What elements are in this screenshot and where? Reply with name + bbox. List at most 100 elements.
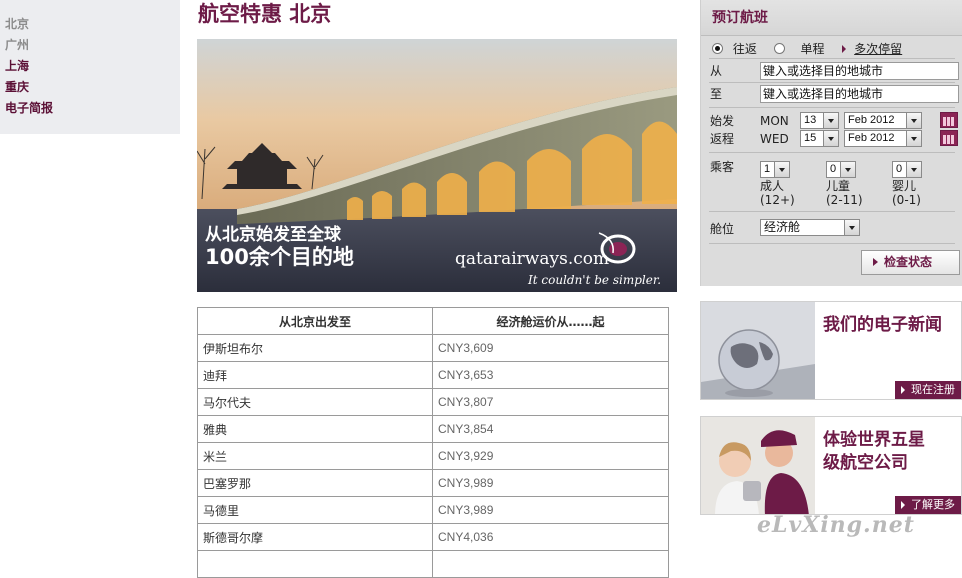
register-now-button[interactable]: 现在注册 [895,381,961,399]
table-header-row: 从北京出发至 经济舱运价从……起 [197,307,669,335]
trip-type-group: 往返 单程 多次停留 [712,40,902,57]
attendant-photo [701,417,815,514]
table-row[interactable]: 伊斯坦布尔 CNY3,609 [197,334,669,362]
price-cell [432,550,669,578]
chevron-down-icon [823,131,838,146]
sidebar-item-guangzhou[interactable]: 广州 [0,35,180,56]
banner-slogan: 从北京始发至全球 100余个目的地 [205,225,354,271]
banner-slogan-line1: 从北京始发至全球 [205,225,341,245]
oneway-radio[interactable] [773,43,785,54]
sidebar-nav: 北京 广州 上海 重庆 电子简报 [0,0,180,134]
return-calendar-icon[interactable] [940,130,958,146]
price-cell: CNY3,609 [432,334,669,362]
infants-age: (0-1) [892,193,921,207]
cabin-value: 经济舱 [764,220,801,234]
promo-banner[interactable]: 从北京始发至全球 100余个目的地 qatarairways.com It co… [197,39,677,292]
chevron-down-icon [906,131,921,146]
children-age: (2-11) [826,193,863,207]
return-day-value: 15 [804,132,817,144]
adults-value: 1 [764,163,771,175]
service-text-line1: 体验世界五星 [823,430,925,450]
depart-label: 始发 [710,114,735,128]
oneway-label[interactable]: 单程 [801,42,825,56]
chevron-down-icon [906,113,921,128]
return-label: 返程 [710,132,735,146]
destination-cell [197,550,433,578]
price-cell: CNY3,929 [432,442,669,470]
depart-day-value: 13 [804,114,817,126]
destination-cell[interactable]: 斯德哥尔摩 [197,523,433,551]
infants-select[interactable]: 0 [892,161,922,178]
booking-title: 预订航班 [701,0,962,36]
passengers-label: 乘客 [710,160,735,174]
table-row[interactable]: 马尔代夫 CNY3,807 [197,388,669,416]
cabin-label: 舱位 [710,222,735,236]
table-row[interactable]: 迪拜 CNY3,653 [197,361,669,389]
table-row[interactable]: 雅典 CNY3,854 [197,415,669,443]
booking-widget: 预订航班 往返 单程 多次停留 从 键入或选择目的地城市 至 键入或选择目的地城… [700,0,962,286]
children-value: 0 [830,163,837,175]
destination-cell[interactable]: 雅典 [197,415,433,443]
destination-cell[interactable]: 巴塞罗那 [197,469,433,497]
infants-value: 0 [896,163,903,175]
return-day-select[interactable]: 15 [800,130,839,147]
depart-calendar-icon[interactable] [940,112,958,128]
fare-table: 从北京出发至 经济舱运价从……起 伊斯坦布尔 CNY3,609 迪拜 CNY3,65… [197,307,669,578]
return-month-select[interactable]: Feb 2012 [844,130,922,147]
chevron-down-icon [844,220,859,235]
sidebar-item-shanghai[interactable]: 上海 [0,56,180,77]
destination-cell[interactable]: 米兰 [197,442,433,470]
price-cell: CNY3,854 [432,415,669,443]
from-label: 从 [710,64,723,78]
newsletter-text: 我们的电子新闻 [823,315,942,335]
sidebar-item-newsletter[interactable]: 电子简报 [0,98,180,119]
multicity-link[interactable]: 多次停留 [854,42,902,56]
price-cell: CNY3,989 [432,469,669,497]
depart-month-value: Feb 2012 [848,114,895,126]
roundtrip-radio[interactable] [712,43,723,54]
watermark: eLvXing.net [757,512,915,538]
destination-cell[interactable]: 迪拜 [197,361,433,389]
depart-month-select[interactable]: Feb 2012 [844,112,922,129]
banner-brand[interactable]: qatarairways.com [455,249,609,269]
sidebar-item-chongqing[interactable]: 重庆 [0,77,180,98]
chevron-down-icon [823,113,838,128]
destination-cell[interactable]: 马德里 [197,496,433,524]
price-cell: CNY3,807 [432,388,669,416]
service-text-line2: 级航空公司 [823,453,908,473]
chevron-down-icon [840,162,855,177]
table-row[interactable]: 马德里 CNY3,989 [197,496,669,524]
newsletter-promo[interactable]: 我们的电子新闻 现在注册 [700,301,962,400]
price-cell: CNY3,989 [432,496,669,524]
return-weekday: WED [760,132,789,146]
adults-label: 成人 [760,179,785,193]
roundtrip-label[interactable]: 往返 [733,42,757,56]
return-month-value: Feb 2012 [848,132,895,144]
banner-slogan-line2: 100余个目的地 [205,245,354,270]
from-input[interactable]: 键入或选择目的地城市 [760,62,959,80]
service-text: 体验世界五星 级航空公司 [823,429,925,475]
chevron-down-icon [906,162,921,177]
adults-select[interactable]: 1 [760,161,790,178]
destination-cell[interactable]: 伊斯坦布尔 [197,334,433,362]
table-row[interactable]: 斯德哥尔摩 CNY4,036 [197,523,669,551]
banner-tagline: It couldn't be simpler. [528,273,662,287]
column-header-destination: 从北京出发至 [197,307,433,335]
column-header-price: 经济舱运价从……起 [432,307,669,335]
price-cell: CNY4,036 [432,523,669,551]
depart-day-select[interactable]: 13 [800,112,839,129]
sidebar-item-beijing[interactable]: 北京 [0,14,180,35]
infants-label: 婴儿 [892,179,917,193]
table-row [197,550,669,578]
globe-icon [701,302,815,399]
table-row[interactable]: 米兰 CNY3,929 [197,442,669,470]
page-title: 航空特惠 北京 [198,1,332,26]
table-row[interactable]: 巴塞罗那 CNY3,989 [197,469,669,497]
children-select[interactable]: 0 [826,161,856,178]
service-promo[interactable]: 体验世界五星 级航空公司 了解更多 [700,416,962,515]
to-input[interactable]: 键入或选择目的地城市 [760,85,959,103]
check-status-button[interactable]: 检查状态 [861,250,960,275]
cabin-select[interactable]: 经济舱 [760,219,860,236]
destination-cell[interactable]: 马尔代夫 [197,388,433,416]
price-cell: CNY3,653 [432,361,669,389]
